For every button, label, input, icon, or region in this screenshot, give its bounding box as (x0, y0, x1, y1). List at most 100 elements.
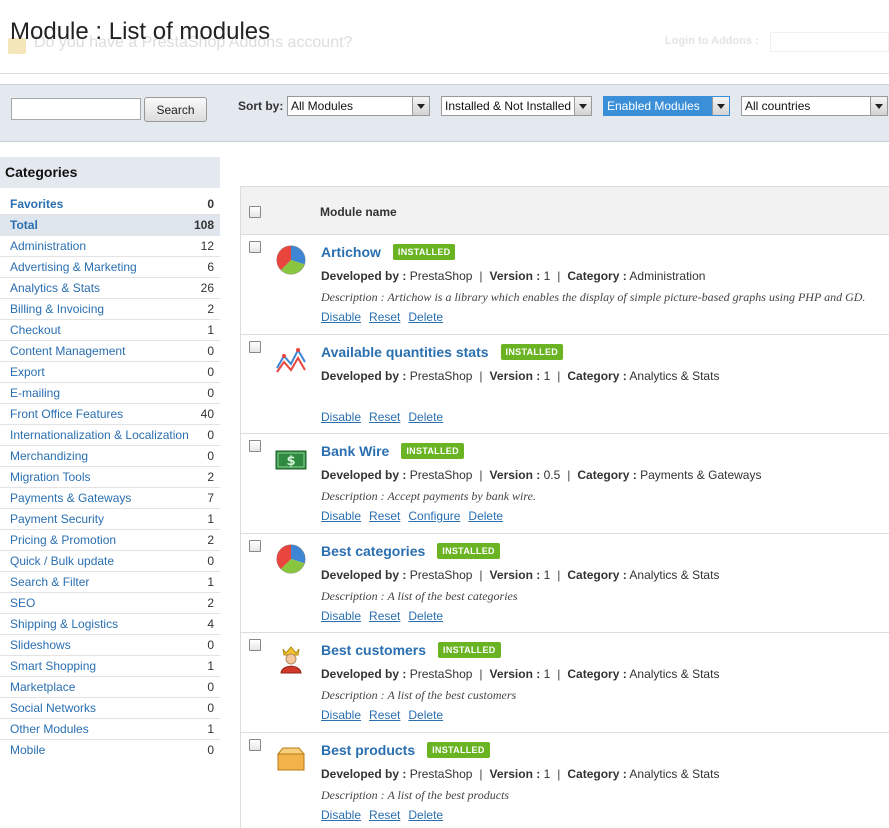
category-item[interactable]: Advertising & Marketing 6 (0, 257, 220, 278)
module-checkbox[interactable] (249, 738, 261, 751)
category-label[interactable]: Mobile (10, 743, 45, 757)
category-item[interactable]: Smart Shopping 1 (0, 656, 220, 677)
search-button[interactable]: Search (144, 97, 207, 122)
category-label[interactable]: Quick / Bulk update (10, 554, 114, 568)
category-item[interactable]: Front Office Features 40 (0, 404, 220, 425)
category-item[interactable]: Quick / Bulk update 0 (0, 551, 220, 572)
module-name-text[interactable]: Available quantities stats (321, 344, 489, 360)
category-item[interactable]: Migration Tools 2 (0, 467, 220, 488)
category-label[interactable]: Merchandizing (10, 449, 88, 463)
category-label[interactable]: Analytics & Stats (10, 281, 100, 295)
category-item[interactable]: Total 108 (0, 215, 220, 236)
module-name-text[interactable]: Artichow (321, 244, 381, 260)
module-checkbox[interactable] (249, 241, 261, 253)
module-name[interactable]: Artichow INSTALLED (321, 244, 456, 260)
action-disable-link[interactable]: Disable (321, 609, 361, 623)
action-delete-link[interactable]: Delete (408, 708, 443, 722)
category-item[interactable]: Payments & Gateways 7 (0, 488, 220, 509)
category-label[interactable]: Administration (10, 239, 86, 253)
module-type-select[interactable]: All Modules (287, 96, 430, 116)
category-item[interactable]: SEO 2 (0, 593, 220, 614)
category-item[interactable]: E-mailing 0 (0, 383, 220, 404)
category-label[interactable]: Front Office Features (10, 407, 123, 421)
category-label[interactable]: Payments & Gateways (10, 491, 131, 505)
action-delete-link[interactable]: Delete (468, 509, 503, 523)
action-reset-link[interactable]: Reset (369, 310, 400, 324)
chevron-down-icon[interactable] (412, 97, 429, 115)
category-label[interactable]: Internationalization & Localization (10, 428, 189, 442)
chevron-down-icon[interactable] (870, 97, 887, 115)
action-disable-link[interactable]: Disable (321, 310, 361, 324)
module-name-text[interactable]: Bank Wire (321, 443, 389, 459)
action-disable-link[interactable]: Disable (321, 808, 361, 822)
action-delete-link[interactable]: Delete (408, 808, 443, 822)
action-delete-link[interactable]: Delete (408, 410, 443, 424)
module-checkbox[interactable] (249, 539, 261, 552)
action-disable-link[interactable]: Disable (321, 509, 361, 523)
category-item[interactable]: Other Modules 1 (0, 719, 220, 740)
module-name[interactable]: Best customers INSTALLED (321, 642, 501, 658)
module-checkbox[interactable] (249, 340, 261, 353)
module-name[interactable]: Available quantities stats INSTALLED (321, 343, 564, 360)
category-label[interactable]: Shipping & Logistics (10, 617, 118, 631)
action-disable-link[interactable]: Disable (321, 410, 361, 424)
action-reset-link[interactable]: Reset (369, 609, 400, 623)
enabled-status-select[interactable]: Enabled Modules (603, 96, 730, 116)
chevron-down-icon[interactable] (712, 97, 729, 115)
category-item[interactable]: Shipping & Logistics 4 (0, 614, 220, 635)
category-item[interactable]: Pricing & Promotion 2 (0, 530, 220, 551)
addons-login-field[interactable] (770, 32, 889, 52)
action-reset-link[interactable]: Reset (369, 808, 400, 822)
category-label[interactable]: Total (10, 218, 38, 232)
category-label[interactable]: Content Management (10, 344, 125, 358)
category-item[interactable]: Mobile 0 (0, 740, 220, 761)
category-label[interactable]: Payment Security (10, 512, 104, 526)
category-label[interactable]: Migration Tools (10, 470, 90, 484)
category-label[interactable]: Slideshows (10, 638, 71, 652)
module-name-text[interactable]: Best products (321, 742, 415, 758)
category-item[interactable]: Slideshows 0 (0, 635, 220, 656)
category-label[interactable]: Checkout (10, 323, 61, 337)
module-name[interactable]: Best products INSTALLED (321, 741, 490, 758)
category-label[interactable]: SEO (10, 596, 35, 610)
category-item[interactable]: Marketplace 0 (0, 677, 220, 698)
action-reset-link[interactable]: Reset (369, 509, 400, 523)
category-label[interactable]: Other Modules (10, 722, 89, 736)
install-status-select[interactable]: Installed & Not Installed (441, 96, 592, 116)
module-checkbox[interactable] (249, 440, 261, 452)
category-label[interactable]: E-mailing (10, 386, 60, 400)
module-name[interactable]: Best categories INSTALLED (321, 542, 500, 559)
category-item[interactable]: Administration 12 (0, 236, 220, 257)
category-label[interactable]: Social Networks (10, 701, 96, 715)
chevron-down-icon[interactable] (574, 97, 591, 115)
module-checkbox[interactable] (249, 639, 261, 651)
action-reset-link[interactable]: Reset (369, 410, 400, 424)
module-name-text[interactable]: Best categories (321, 543, 425, 559)
category-item[interactable]: Billing & Invoicing 2 (0, 299, 220, 320)
category-label[interactable]: Marketplace (10, 680, 75, 694)
category-item[interactable]: Checkout 1 (0, 320, 220, 341)
category-label[interactable]: Advertising & Marketing (10, 260, 137, 274)
action-delete-link[interactable]: Delete (408, 310, 443, 324)
category-label[interactable]: Favorites (10, 197, 63, 211)
category-item[interactable]: Content Management 0 (0, 341, 220, 362)
module-name[interactable]: Bank Wire INSTALLED (321, 443, 464, 459)
category-label[interactable]: Export (10, 365, 45, 379)
country-select[interactable]: All countries (741, 96, 888, 116)
category-item[interactable]: Merchandizing 0 (0, 446, 220, 467)
category-item[interactable]: Analytics & Stats 26 (0, 278, 220, 299)
category-item[interactable]: Search & Filter 1 (0, 572, 220, 593)
search-input[interactable] (11, 98, 141, 120)
action-disable-link[interactable]: Disable (321, 708, 361, 722)
category-item[interactable]: Export 0 (0, 362, 220, 383)
category-item[interactable]: Social Networks 0 (0, 698, 220, 719)
category-label[interactable]: Pricing & Promotion (10, 533, 116, 547)
module-name-text[interactable]: Best customers (321, 642, 426, 658)
action-configure-link[interactable]: Configure (408, 509, 460, 523)
action-delete-link[interactable]: Delete (408, 609, 443, 623)
category-item[interactable]: Payment Security 1 (0, 509, 220, 530)
category-item[interactable]: Internationalization & Localization 0 (0, 425, 220, 446)
select-all-checkbox[interactable] (249, 206, 261, 218)
category-label[interactable]: Billing & Invoicing (10, 302, 104, 316)
category-item[interactable]: Favorites 0 (0, 194, 220, 215)
